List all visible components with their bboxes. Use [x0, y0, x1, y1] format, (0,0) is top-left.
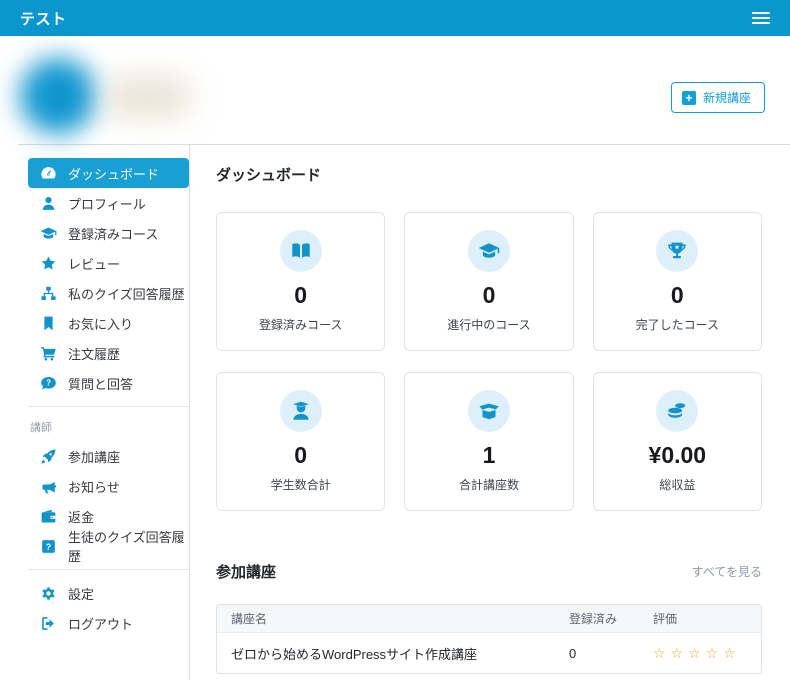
coins-icon [656, 390, 699, 432]
my-courses-title: 参加講座 [216, 564, 277, 581]
sidebar-item-reviews[interactable]: レビュー [28, 248, 189, 278]
plus-icon: + [681, 90, 696, 105]
page-title: ダッシュボード [216, 167, 322, 184]
sidebar-item-label: 登録済みコース [68, 226, 159, 242]
stat-label: 合計講座数 [458, 478, 519, 492]
avatar [20, 58, 96, 134]
star-icon [40, 255, 57, 272]
site-title: テスト [20, 10, 67, 28]
sidebar-item-label: お知らせ [68, 479, 120, 495]
stat-card-completed-courses: 0 完了したコース [592, 212, 762, 351]
stat-label: 学生数合計 [270, 478, 331, 492]
sidebar-item-label: プロフィール [68, 196, 146, 212]
sidebar-item-label: 注文履歴 [68, 346, 121, 362]
stat-card-enrolled-courses: 0 登録済みコース [216, 212, 386, 351]
dashboard-icon [40, 165, 57, 182]
rocket-icon [40, 448, 57, 465]
sitemap-icon [40, 285, 57, 302]
sidebar-item-label: 設定 [68, 586, 95, 602]
sidebar-item-dashboard[interactable]: ダッシュボード [28, 158, 189, 188]
question-comment-icon: ? [40, 375, 57, 392]
stat-card-total-students: 0 学生数合計 [216, 372, 386, 511]
column-header-rating: 評価 [639, 605, 761, 633]
sidebar-item-label: ダッシュボード [68, 166, 160, 182]
stat-value: 0 [670, 282, 684, 308]
sidebar-divider [28, 569, 189, 570]
view-all-link[interactable]: すべてを見る [692, 563, 762, 580]
column-header-enrolled: 登録済み [555, 605, 639, 633]
my-courses-section-header: 参加講座 すべてを見る [216, 561, 762, 582]
stat-value: ¥0.00 [648, 442, 707, 468]
bookmark-icon [40, 315, 57, 332]
stat-label: 総収益 [659, 478, 696, 492]
stat-label: 完了したコース [635, 318, 720, 332]
trophy-icon [656, 230, 699, 272]
sidebar-item-label: 私のクイズ回答履歴 [68, 286, 185, 302]
course-name-cell: ゼロから始めるWordPressサイト作成講座 [231, 646, 478, 662]
stat-card-active-courses: 0 進行中のコース [404, 212, 574, 351]
sidebar-item-label: 返金 [68, 509, 95, 525]
stat-card-total-courses: 1 合計講座数 [404, 372, 574, 511]
sidebar-item-wishlist[interactable]: お気に入り [28, 308, 189, 338]
hamburger-menu-icon[interactable] [752, 12, 770, 24]
sidebar-item-label: ログアウト [68, 616, 134, 632]
svg-text:?: ? [46, 541, 51, 551]
stat-label: 進行中のコース [447, 318, 531, 332]
sidebar-item-profile[interactable]: プロフィール [28, 188, 189, 218]
sidebar-item-order-history[interactable]: 注文履歴 [28, 338, 189, 368]
column-header-course-name: 講座名 [217, 605, 555, 633]
book-open-icon [279, 230, 322, 272]
sidebar-item-label: 質問と回答 [68, 376, 134, 392]
enrolled-count-cell: 0 [569, 645, 577, 661]
table-header-row: 講座名 登録済み 評価 [217, 605, 761, 633]
stat-value: 1 [482, 442, 496, 468]
sidebar-item-enrolled-courses[interactable]: 登録済みコース [28, 218, 189, 248]
graduation-cap-icon [40, 225, 57, 242]
box-open-icon [467, 390, 510, 432]
profile-header: + 新規講座 [0, 36, 790, 144]
graduation-cap-icon [467, 230, 510, 272]
courses-table: 講座名 登録済み 評価 ゼロから始めるWordPressサイト作成講座 0 ☆☆… [216, 604, 762, 674]
sidebar: ダッシュボード プロフィール 登録済みコース レビュー 私のクイズ回答履歴 お気… [0, 145, 190, 680]
sidebar-item-settings[interactable]: 設定 [28, 578, 189, 608]
svg-text:?: ? [46, 378, 51, 387]
stat-value: 0 [294, 442, 308, 468]
stat-value: 0 [294, 282, 308, 308]
sign-out-icon [40, 615, 57, 632]
sidebar-section-instructor: 講師 [30, 422, 52, 434]
new-course-button[interactable]: + 新規講座 [670, 82, 765, 113]
user-icon [40, 195, 57, 212]
cart-icon [40, 345, 57, 362]
stat-card-total-earnings: ¥0.00 総収益 [592, 372, 762, 511]
sidebar-item-announcements[interactable]: お知らせ [28, 471, 189, 501]
sidebar-item-question-answer[interactable]: ? 質問と回答 [28, 368, 189, 398]
topbar: テスト [0, 0, 790, 36]
sidebar-divider [28, 406, 189, 407]
profile-name-blurred [104, 76, 192, 118]
rating-stars: ☆☆☆☆☆ [653, 644, 741, 661]
sidebar-item-my-courses[interactable]: 参加講座 [28, 441, 189, 471]
question-square-icon: ? [40, 538, 57, 555]
table-row[interactable]: ゼロから始めるWordPressサイト作成講座 0 ☆☆☆☆☆ [217, 633, 761, 673]
stat-value: 0 [482, 282, 496, 308]
stat-cards-grid: 0 登録済みコース 0 進行中のコース 0 完了したコース 0 学生数合計 1 … [216, 212, 762, 511]
content: ダッシュボード プロフィール 登録済みコース レビュー 私のクイズ回答履歴 お気… [0, 145, 790, 680]
main-content: ダッシュボード 0 登録済みコース 0 進行中のコース 0 完了したコース 0 … [190, 145, 790, 680]
bullhorn-icon [40, 478, 57, 495]
sidebar-item-student-quiz-attempts[interactable]: ? 生徒のクイズ回答履歴 [28, 530, 189, 564]
stat-label: 登録済みコース [258, 318, 343, 332]
sidebar-item-logout[interactable]: ログアウト [28, 608, 189, 638]
sidebar-item-label: 参加講座 [68, 449, 121, 465]
sidebar-item-label: レビュー [68, 256, 121, 272]
sidebar-item-label: お気に入り [68, 316, 134, 332]
wallet-icon [40, 508, 57, 525]
user-graduate-icon [279, 390, 322, 432]
sidebar-item-label: 生徒のクイズ回答履歴 [68, 530, 185, 564]
new-course-button-label: 新規講座 [702, 91, 751, 105]
gear-icon [40, 585, 57, 602]
sidebar-item-my-quiz-attempts[interactable]: 私のクイズ回答履歴 [28, 278, 189, 308]
